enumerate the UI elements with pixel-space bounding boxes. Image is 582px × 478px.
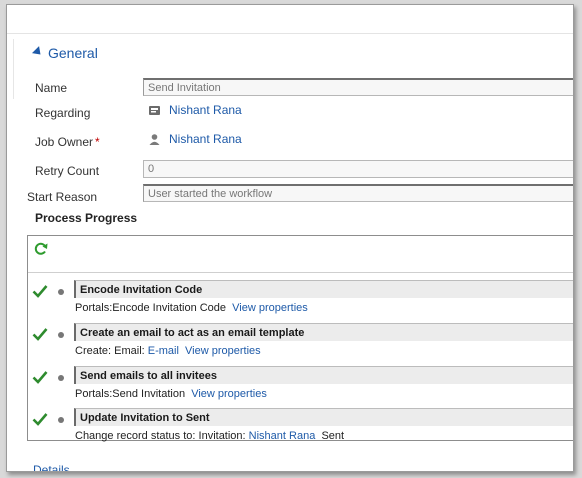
step-title: Create an email to act as an email templ… bbox=[74, 323, 573, 341]
bullet-icon bbox=[58, 375, 64, 381]
name-value: Send Invitation bbox=[148, 81, 221, 94]
checkmark-icon bbox=[32, 328, 48, 341]
regarding-field[interactable]: Nishant Rana bbox=[143, 101, 573, 119]
step-description: Create: Email: E-mail View properties bbox=[75, 345, 261, 357]
section-details[interactable]: Details bbox=[33, 463, 70, 471]
process-progress-title: Process Progress bbox=[35, 211, 138, 225]
retry-count-value: 0 bbox=[148, 163, 155, 175]
start-reason-label: Start Reason bbox=[27, 190, 98, 204]
start-reason-value: User started the workflow bbox=[148, 187, 273, 200]
user-icon bbox=[148, 133, 161, 146]
bullet-icon bbox=[58, 332, 64, 338]
status-text: Sent bbox=[321, 430, 345, 442]
email-entity-link[interactable]: E-mail bbox=[148, 345, 179, 357]
left-rule bbox=[13, 39, 14, 99]
name-label: Name bbox=[35, 81, 68, 95]
section-title: General bbox=[48, 45, 98, 61]
view-properties-link[interactable]: View properties bbox=[232, 302, 308, 314]
name-field[interactable]: Send Invitation bbox=[143, 78, 573, 96]
record-link[interactable]: Nishant Rana bbox=[249, 430, 316, 442]
progress-divider bbox=[28, 272, 573, 273]
job-owner-field[interactable]: Nishant Rana bbox=[143, 130, 573, 148]
form-window: General Name Send Invitation Regarding N… bbox=[6, 4, 574, 472]
regarding-link[interactable]: Nishant Rana bbox=[169, 103, 242, 117]
view-properties-link[interactable]: View properties bbox=[185, 345, 261, 357]
retry-count-label: Retry Count bbox=[35, 164, 100, 178]
section-general[interactable]: General bbox=[31, 45, 98, 61]
bullet-icon bbox=[58, 417, 64, 423]
step-description: Change record status to: Invitation: Nis… bbox=[75, 430, 345, 442]
view-properties-link[interactable]: View properties bbox=[191, 388, 267, 400]
step-title: Encode Invitation Code bbox=[74, 280, 573, 298]
retry-count-field[interactable]: 0 bbox=[143, 160, 573, 178]
process-step: Encode Invitation Code Portals:Encode In… bbox=[28, 280, 573, 320]
checkmark-icon bbox=[32, 371, 48, 384]
record-icon bbox=[148, 104, 161, 117]
job-owner-link[interactable]: Nishant Rana bbox=[169, 132, 242, 146]
regarding-label: Regarding bbox=[35, 106, 91, 120]
refresh-icon[interactable] bbox=[34, 242, 48, 256]
step-description: Portals:Send Invitation View properties bbox=[75, 388, 267, 400]
checkmark-icon bbox=[32, 285, 48, 298]
step-description: Portals:Encode Invitation Code View prop… bbox=[75, 302, 308, 314]
process-step: Send emails to all invitees Portals:Send… bbox=[28, 366, 573, 406]
process-progress-panel: Encode Invitation Code Portals:Encode In… bbox=[27, 235, 573, 442]
process-step: Update Invitation to Sent Change record … bbox=[28, 408, 573, 448]
step-title: Send emails to all invitees bbox=[74, 366, 573, 384]
top-bar bbox=[7, 5, 573, 34]
job-owner-label: Job Owner * bbox=[35, 135, 100, 149]
required-asterisk: * bbox=[95, 135, 100, 149]
process-step: Create an email to act as an email templ… bbox=[28, 323, 573, 363]
start-reason-field[interactable]: User started the workflow bbox=[143, 184, 573, 202]
bullet-icon bbox=[58, 289, 64, 295]
step-title: Update Invitation to Sent bbox=[74, 408, 573, 426]
checkmark-icon bbox=[32, 413, 48, 426]
triangle-down-icon bbox=[31, 45, 45, 58]
